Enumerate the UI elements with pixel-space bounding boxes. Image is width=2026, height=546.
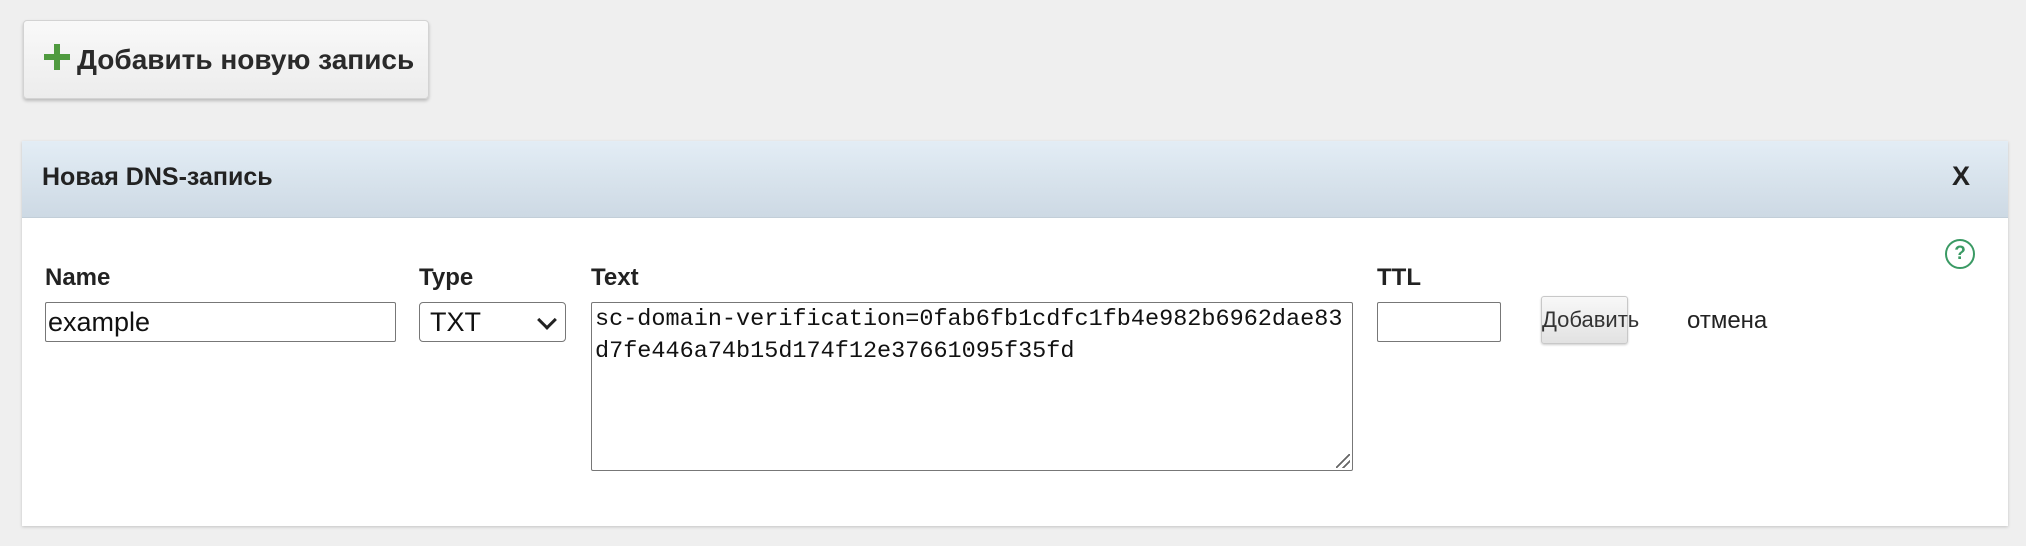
add-new-record-label: Добавить новую запись — [77, 43, 415, 75]
help-icon[interactable]: ? — [1945, 239, 1975, 269]
type-select[interactable]: TXT — [419, 302, 566, 342]
panel-title: Новая DNS-запись — [42, 163, 273, 191]
plus-icon — [44, 43, 70, 70]
text-textarea[interactable]: sc-domain-verification=0fab6fb1cdfc1fb4e… — [591, 302, 1353, 471]
name-label: Name — [45, 264, 111, 291]
resize-handle-icon[interactable] — [1336, 454, 1350, 468]
name-input[interactable] — [45, 302, 396, 342]
new-dns-record-panel: Новая DNS-запись X ? Name Type TXT Text … — [22, 141, 2008, 526]
panel-header: Новая DNS-запись X — [22, 141, 2008, 218]
add-record-submit-button[interactable]: Добавить — [1541, 296, 1639, 344]
ttl-label: TTL — [1377, 264, 1421, 291]
close-button[interactable]: X — [1952, 161, 1970, 192]
type-select-value: TXT — [430, 307, 481, 337]
cancel-link[interactable]: отмена — [1687, 307, 1767, 335]
text-value: sc-domain-verification=0fab6fb1cdfc1fb4e… — [595, 306, 1343, 365]
chevron-down-icon — [537, 310, 557, 330]
ttl-input[interactable] — [1377, 302, 1501, 342]
text-label: Text — [591, 264, 639, 291]
type-label: Type — [419, 264, 474, 291]
dns-records-page: Добавить новую запись Новая DNS-запись X… — [0, 0, 2026, 546]
add-new-record-button[interactable]: Добавить новую запись — [23, 20, 429, 99]
